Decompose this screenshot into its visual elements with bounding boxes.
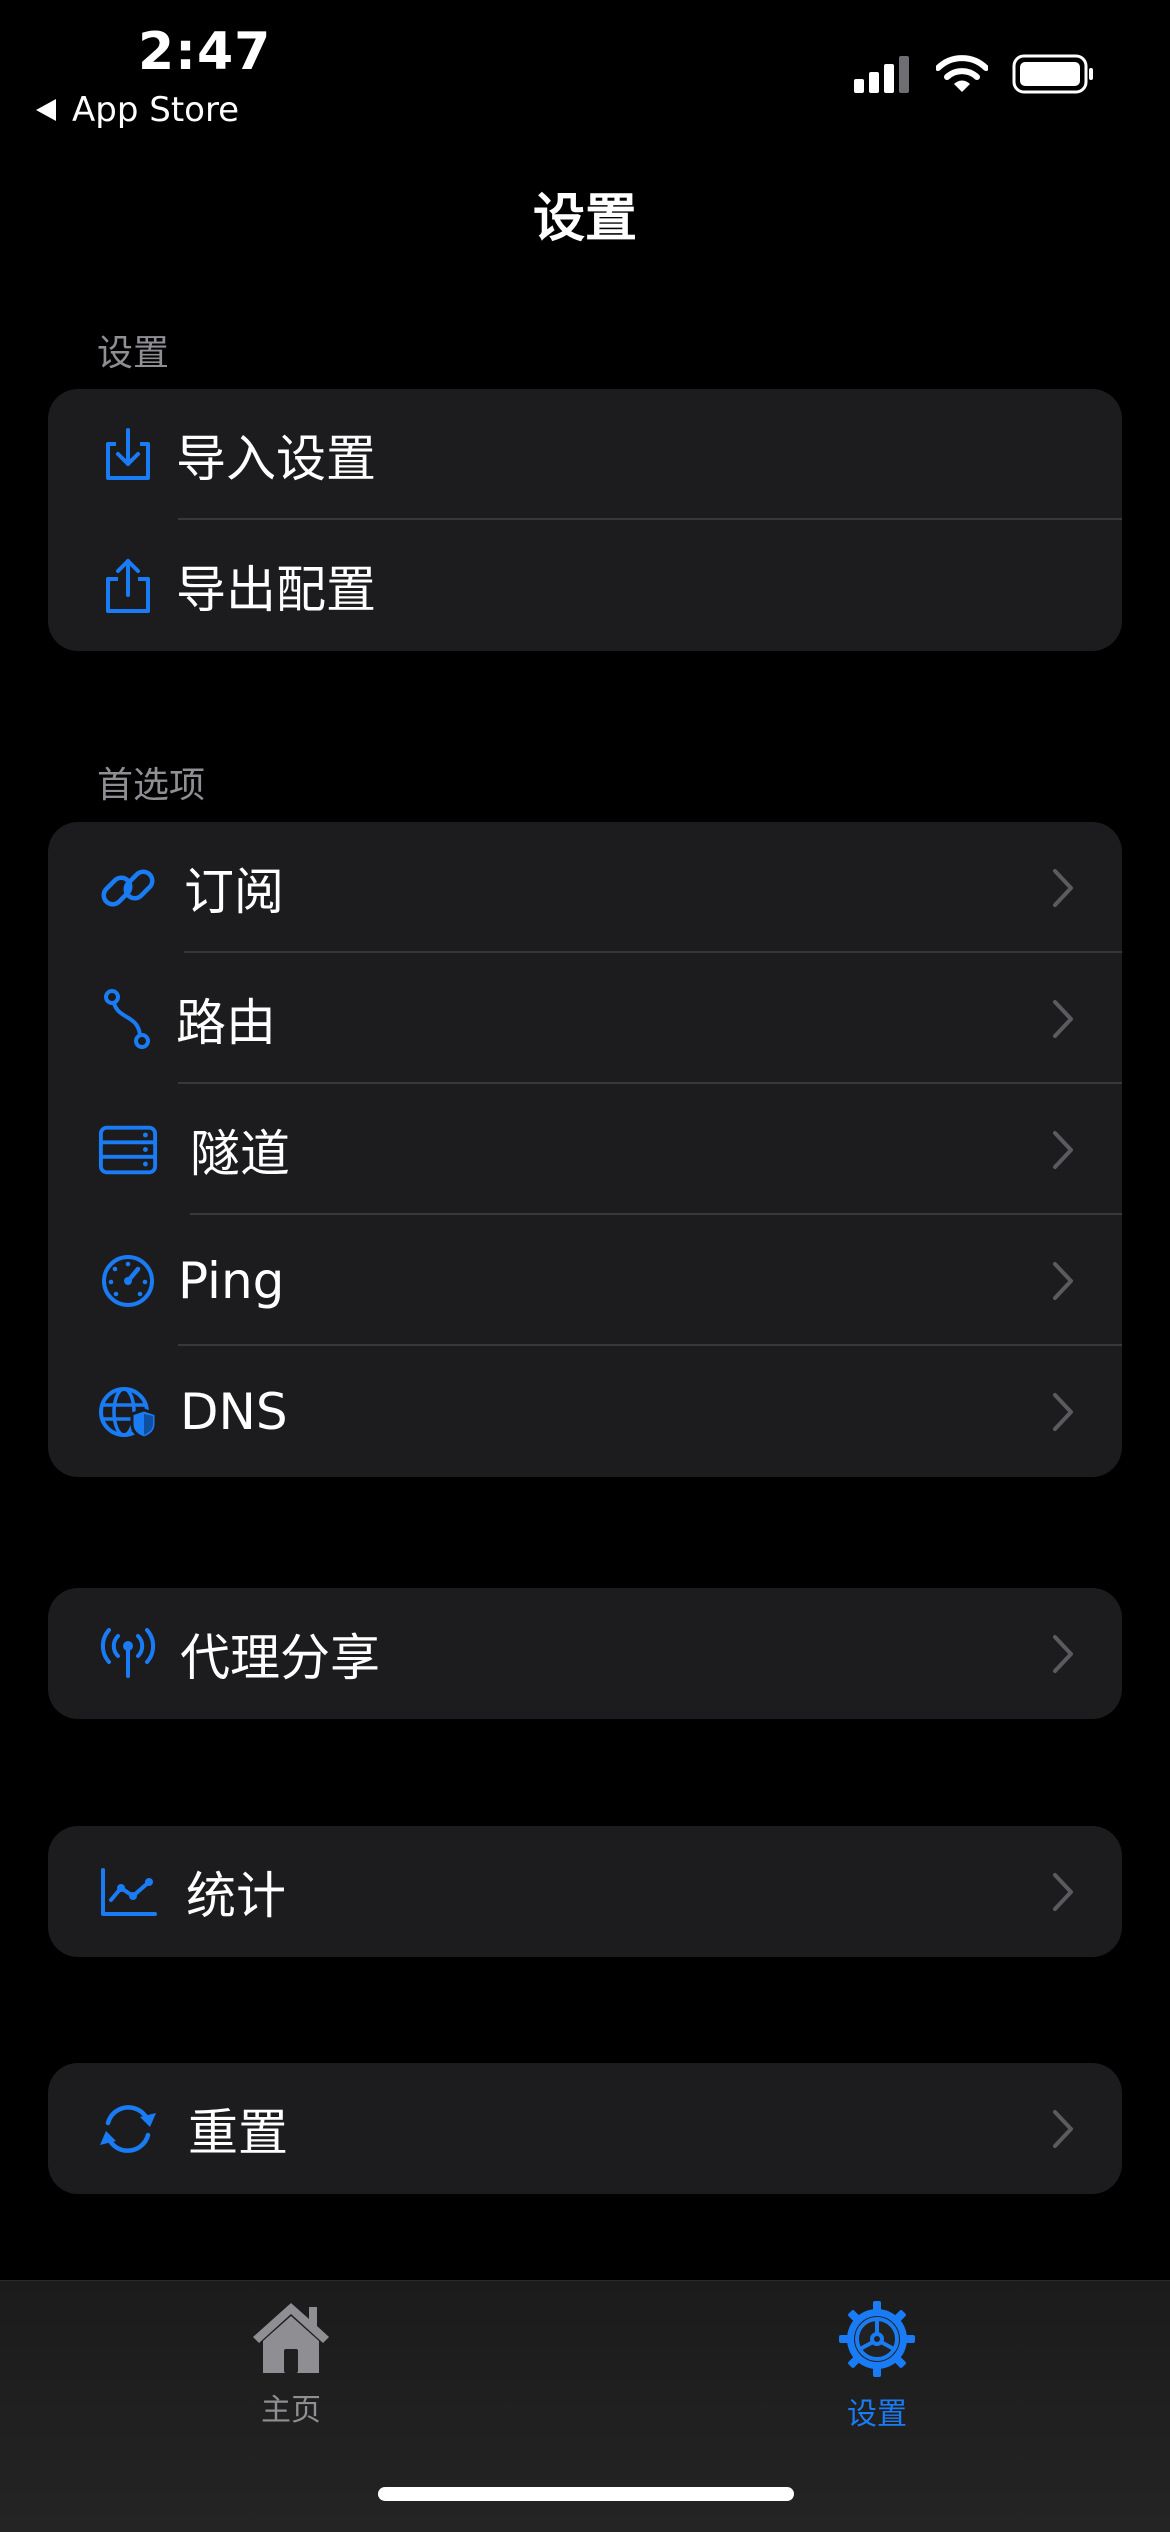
chevron-right-icon	[1053, 1872, 1073, 1911]
link-icon	[98, 858, 158, 918]
share-arrow-up-icon	[98, 556, 158, 616]
routing-label: 路由	[176, 993, 276, 1052]
chevron-right-icon	[1053, 1261, 1073, 1300]
tray-arrow-down-icon	[98, 425, 158, 485]
home-indicator[interactable]	[378, 2487, 794, 2501]
cellular-signal-icon	[854, 56, 909, 93]
stats-label: 统计	[186, 1866, 286, 1925]
reset-group: 重置	[48, 2063, 1122, 2194]
refresh-arrows-icon	[98, 2099, 158, 2159]
route-path-icon	[98, 988, 158, 1049]
tab-home[interactable]: 主页	[171, 2299, 411, 2429]
reset-row[interactable]: 重置	[48, 2063, 1122, 2194]
server-rack-icon	[98, 1120, 158, 1180]
chevron-right-icon	[1053, 1392, 1073, 1431]
proxy-share-group: 代理分享	[48, 1588, 1122, 1719]
tunnel-row[interactable]: 隧道	[48, 1084, 1122, 1215]
line-chart-icon	[98, 1862, 158, 1922]
dns-label: DNS	[180, 1382, 288, 1441]
status-time: 2:47	[138, 22, 272, 82]
settings-screen: 2:47 App Store 设置 设置 导入设置 导出配置 首选项 订阅 路由…	[0, 0, 1170, 2532]
ping-label: Ping	[178, 1251, 285, 1310]
gear-icon	[839, 2301, 915, 2377]
stats-row[interactable]: 统计	[48, 1826, 1122, 1957]
ping-row[interactable]: Ping	[48, 1215, 1122, 1346]
export-config-row[interactable]: 导出配置	[48, 520, 1122, 651]
wifi-icon	[936, 55, 988, 92]
proxy-share-label: 代理分享	[180, 1628, 380, 1687]
speedometer-icon	[98, 1251, 158, 1311]
chevron-right-icon	[1053, 1130, 1073, 1169]
house-icon	[253, 2303, 329, 2373]
import-settings-label: 导入设置	[176, 429, 376, 488]
back-label: App Store	[72, 90, 240, 130]
tunnel-label: 隧道	[190, 1124, 290, 1183]
globe-shield-icon	[98, 1382, 158, 1442]
routing-row[interactable]: 路由	[48, 953, 1122, 1084]
tab-settings[interactable]: 设置	[757, 2299, 997, 2433]
dns-row[interactable]: DNS	[48, 1346, 1122, 1477]
chevron-right-icon	[1053, 868, 1073, 907]
settings-group: 导入设置 导出配置	[48, 389, 1122, 651]
antenna-broadcast-icon	[98, 1624, 158, 1684]
battery-icon	[1012, 54, 1093, 94]
back-triangle-icon	[36, 99, 56, 121]
reset-label: 重置	[188, 2103, 288, 2162]
chevron-right-icon	[1053, 2109, 1073, 2148]
chevron-right-icon	[1053, 999, 1073, 1038]
status-indicators	[854, 54, 1094, 94]
proxy-share-row[interactable]: 代理分享	[48, 1588, 1122, 1719]
stats-group: 统计	[48, 1826, 1122, 1957]
section-header-preferences: 首选项	[97, 765, 206, 806]
tab-home-label: 主页	[261, 2393, 321, 2428]
export-config-label: 导出配置	[176, 560, 376, 619]
preferences-group: 订阅 路由 隧道 Ping DNS	[48, 822, 1122, 1477]
subscribe-row[interactable]: 订阅	[48, 822, 1122, 953]
back-to-app-store-button[interactable]: App Store	[36, 90, 239, 130]
subscribe-label: 订阅	[184, 862, 284, 921]
import-settings-row[interactable]: 导入设置	[48, 389, 1122, 520]
chevron-right-icon	[1053, 1634, 1073, 1673]
section-header-settings: 设置	[97, 333, 170, 374]
tab-settings-label: 设置	[847, 2397, 907, 2432]
page-title: 设置	[532, 189, 637, 249]
